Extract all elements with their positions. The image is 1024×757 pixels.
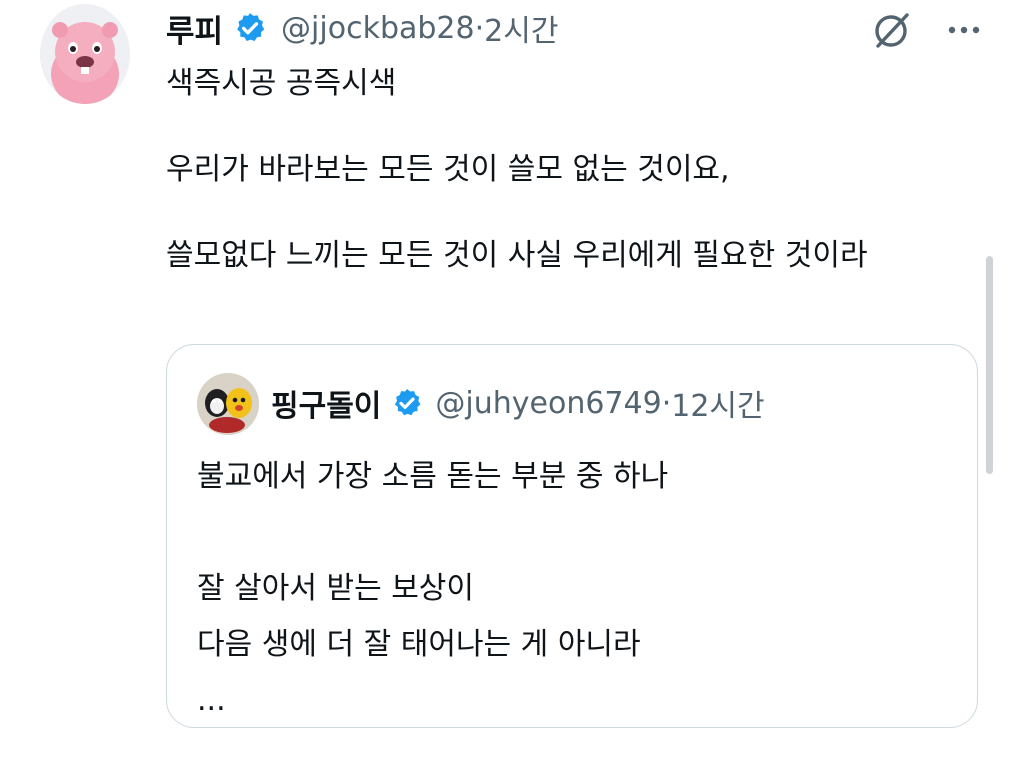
verified-badge-icon[interactable] [391, 387, 423, 419]
quoted-avatar-image [197, 373, 259, 435]
quoted-post-header: 핑구돌이 @juhyeon6749 · 12시간 [271, 381, 765, 425]
quoted-timestamp[interactable]: 12시간 [671, 381, 764, 425]
quoted-ellipsis: ... [197, 683, 226, 718]
scrollbar-thumb[interactable] [986, 256, 993, 474]
author-display-name[interactable]: 루피 [166, 6, 223, 51]
author-handle[interactable]: @jjockbab28 [281, 11, 475, 46]
quoted-post-body: 불교에서 가장 소름 돋는 부분 중 하나 잘 살아서 받는 보상이 다음 생에… [197, 449, 957, 729]
author-avatar[interactable] [40, 4, 130, 104]
grok-icon[interactable] [870, 8, 914, 52]
meta-separator: · [474, 10, 485, 46]
meta-separator: · [661, 385, 672, 421]
pink-beaver-avatar-image [40, 4, 130, 104]
quoted-line: 잘 살아서 받는 보상이 [197, 571, 475, 606]
post-timestamp[interactable]: 2시간 [484, 6, 558, 50]
post-line: 우리가 바라보는 모든 것이 쓸모 없는 것이요, [166, 152, 730, 187]
quoted-author-avatar[interactable] [197, 373, 259, 435]
post-actions-top [870, 8, 984, 52]
more-options-icon[interactable] [944, 10, 984, 50]
quoted-line: 다음 생에 더 잘 태어나는 게 아니라 [197, 627, 641, 662]
verified-badge-icon[interactable] [233, 11, 267, 45]
post-line: 색즉시공 공즉시색 [166, 66, 397, 101]
quoted-display-name[interactable]: 핑구돌이 [271, 381, 381, 425]
post-header: 루피 @jjockbab28 · 2시간 [166, 6, 558, 50]
quoted-line: 불교에서 가장 소름 돋는 부분 중 하나 [197, 459, 669, 494]
post-body: 색즉시공 공즉시색 우리가 바라보는 모든 것이 쓸모 없는 것이요, 쓸모없다… [166, 62, 976, 277]
quoted-handle[interactable]: @juhyeon6749 [435, 386, 661, 421]
post-line: 쓸모없다 느끼는 모든 것이 사실 우리에게 필요한 것이라 [166, 238, 868, 273]
quoted-post-card[interactable]: 핑구돌이 @juhyeon6749 · 12시간 불교에서 가장 소름 돋는 부… [166, 344, 978, 728]
